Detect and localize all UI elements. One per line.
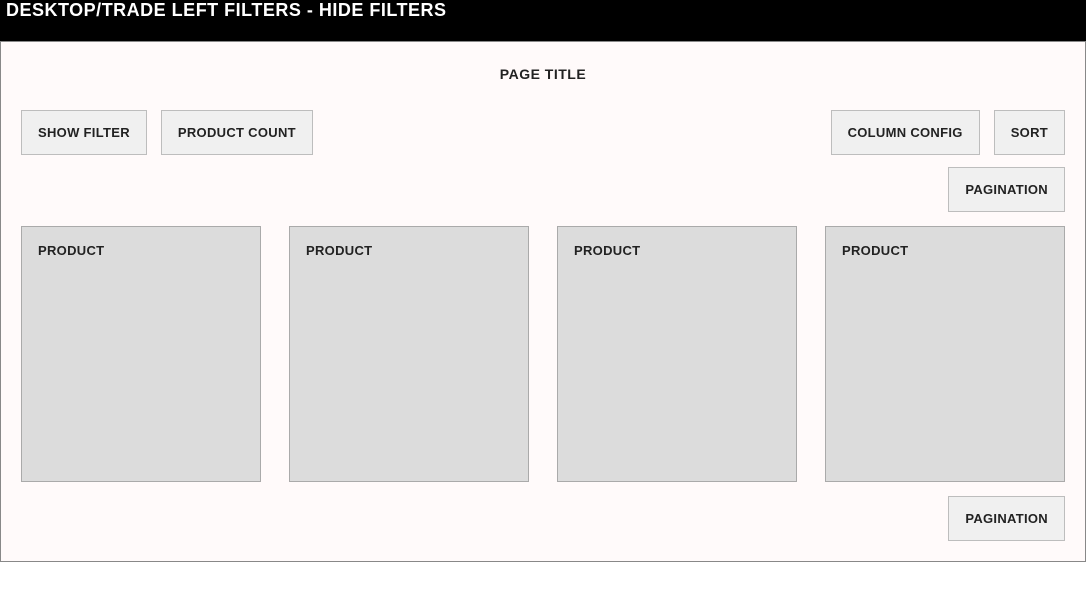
toolbar: SHOW FILTER PRODUCT COUNT COLUMN CONFIG … — [21, 110, 1065, 155]
product-count-button[interactable]: PRODUCT COUNT — [161, 110, 313, 155]
show-filter-button[interactable]: SHOW FILTER — [21, 110, 147, 155]
product-card[interactable]: PRODUCT — [21, 226, 261, 482]
pagination-top-row: PAGINATION — [21, 167, 1065, 212]
pagination-bottom-row: PAGINATION — [21, 496, 1065, 541]
product-card[interactable]: PRODUCT — [289, 226, 529, 482]
page-title: PAGE TITLE — [21, 66, 1065, 82]
pagination-top-button[interactable]: PAGINATION — [948, 167, 1065, 212]
product-card[interactable]: PRODUCT — [825, 226, 1065, 482]
product-card[interactable]: PRODUCT — [557, 226, 797, 482]
pagination-bottom-button[interactable]: PAGINATION — [948, 496, 1065, 541]
sort-button[interactable]: SORT — [994, 110, 1065, 155]
column-config-button[interactable]: COLUMN CONFIG — [831, 110, 980, 155]
product-label: PRODUCT — [306, 243, 512, 258]
wireframe-title: DESKTOP/TRADE LEFT FILTERS - HIDE FILTER… — [6, 0, 1080, 21]
wireframe-canvas: PAGE TITLE SHOW FILTER PRODUCT COUNT COL… — [0, 41, 1086, 562]
wireframe-header: DESKTOP/TRADE LEFT FILTERS - HIDE FILTER… — [0, 0, 1086, 41]
product-label: PRODUCT — [574, 243, 780, 258]
toolbar-left: SHOW FILTER PRODUCT COUNT — [21, 110, 313, 155]
product-label: PRODUCT — [38, 243, 244, 258]
product-label: PRODUCT — [842, 243, 1048, 258]
product-grid: PRODUCT PRODUCT PRODUCT PRODUCT — [21, 226, 1065, 482]
toolbar-right: COLUMN CONFIG SORT — [831, 110, 1065, 155]
